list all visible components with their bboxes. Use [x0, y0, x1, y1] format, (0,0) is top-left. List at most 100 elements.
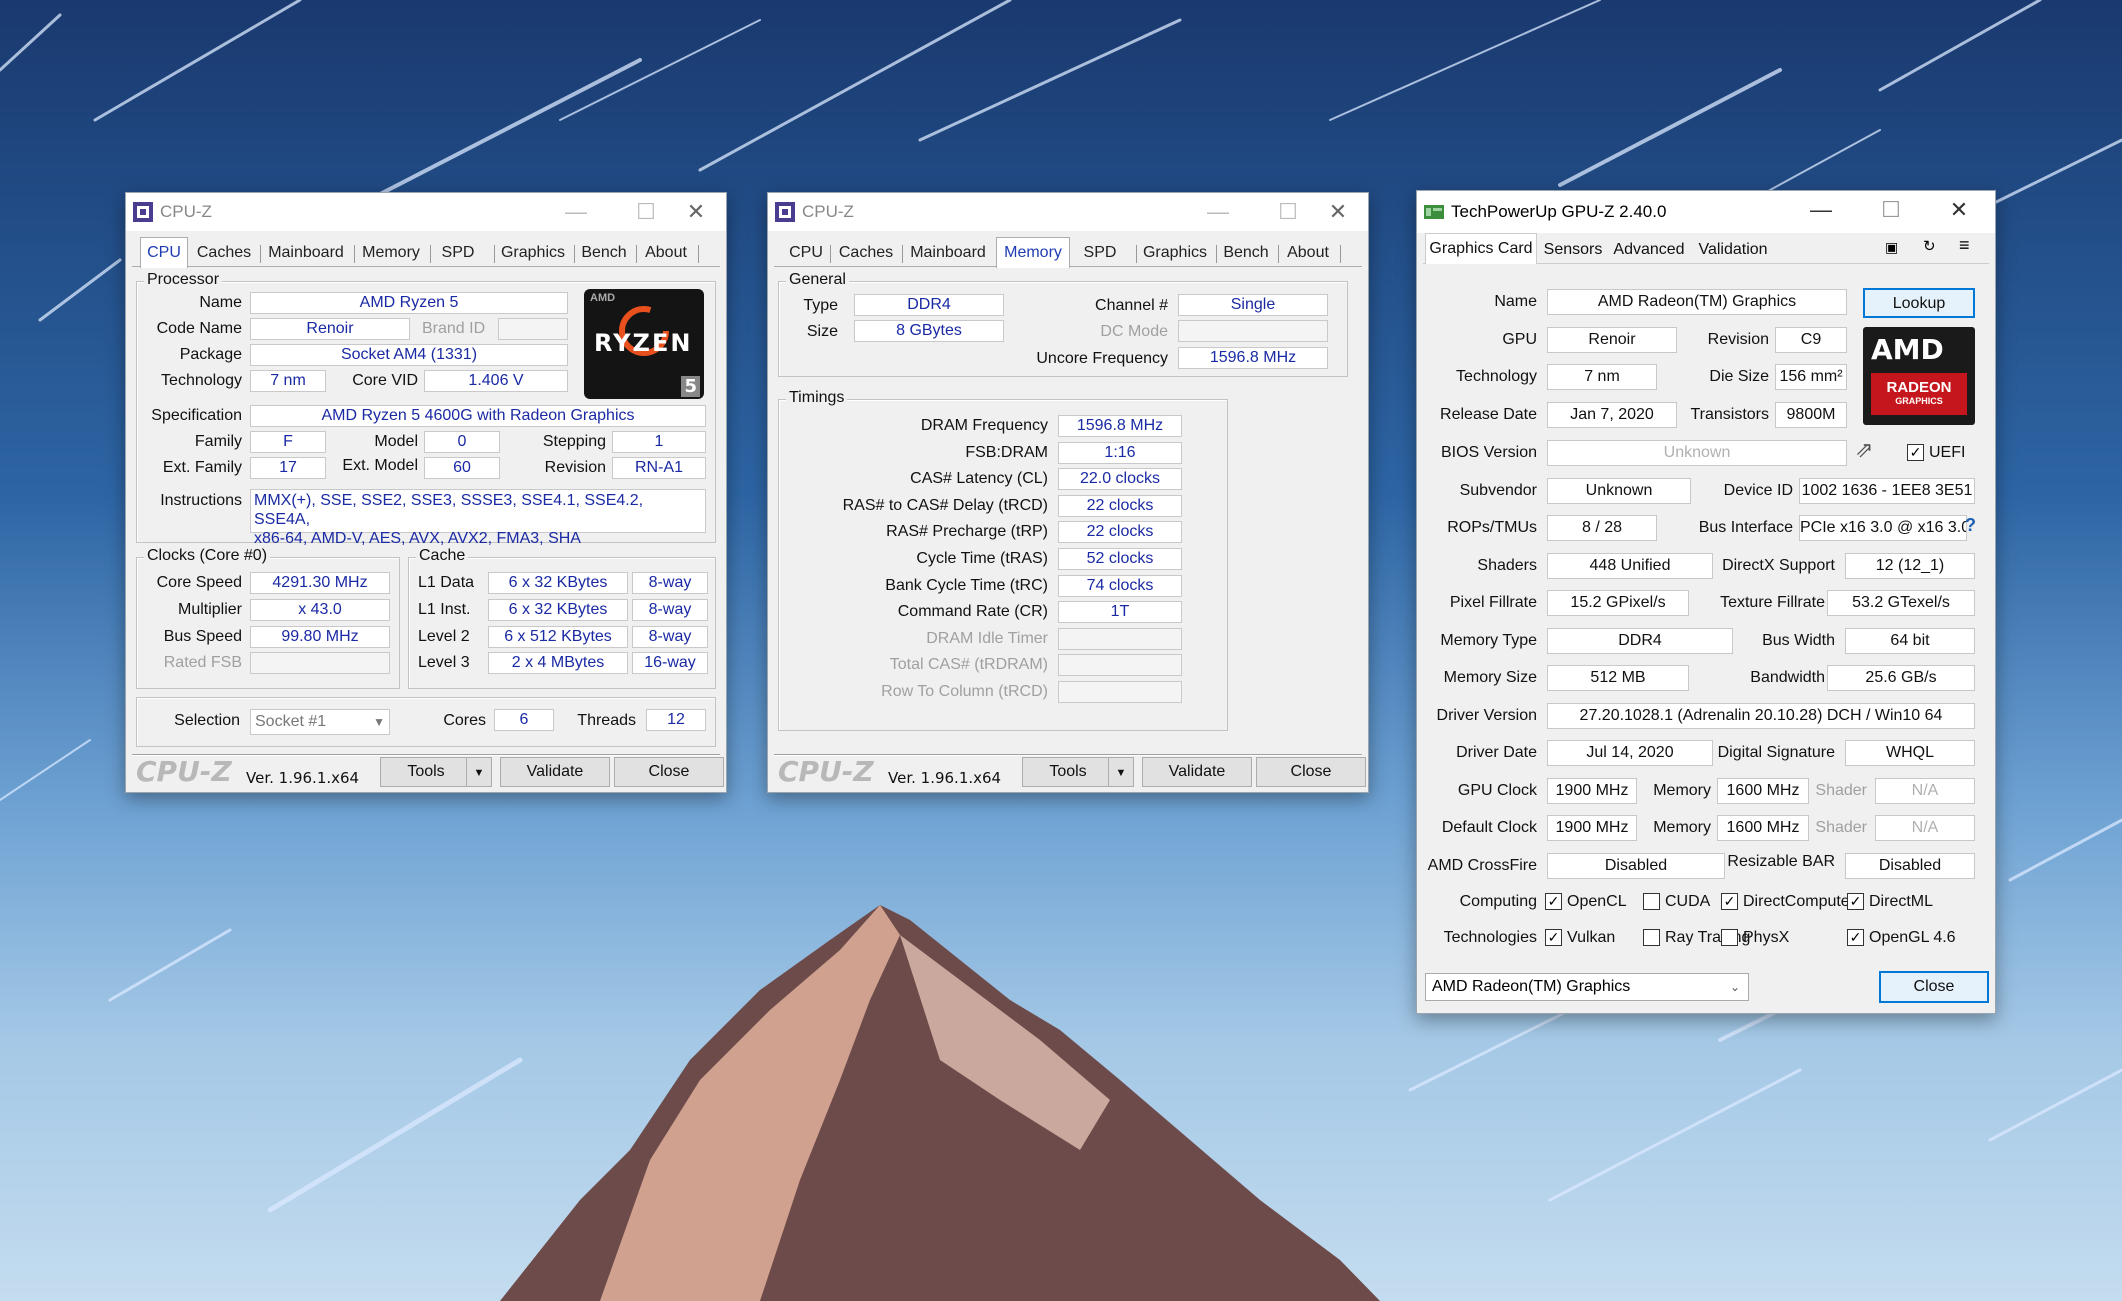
- tab-graphics-card[interactable]: Graphics Card: [1425, 233, 1537, 264]
- window-title: TechPowerUp GPU-Z 2.40.0: [1451, 202, 1667, 221]
- tools-dropdown-button[interactable]: ▼: [1108, 757, 1134, 787]
- name-label: Name: [1494, 293, 1537, 310]
- timing-label: Total CAS# (tRDRAM): [889, 656, 1048, 674]
- chevron-down-icon: ▼: [1115, 767, 1127, 779]
- revision-label: Revision: [1707, 331, 1769, 348]
- tab-spd[interactable]: SPD: [1074, 241, 1126, 267]
- help-icon[interactable]: ?: [1965, 515, 1976, 536]
- timing-label: RAS# to CAS# Delay (tRCD): [842, 496, 1048, 514]
- tab-caches[interactable]: Caches: [192, 241, 256, 267]
- cache-group-title: Cache: [416, 547, 469, 565]
- minimize-icon[interactable]: —: [544, 195, 608, 229]
- menu-icon[interactable]: ≡: [1959, 235, 1970, 256]
- tools-button[interactable]: Tools: [1022, 757, 1114, 787]
- tab-about[interactable]: About: [638, 241, 694, 267]
- opengl-4-6-checkbox[interactable]: ✓: [1847, 929, 1864, 946]
- tab-advanced[interactable]: Advanced: [1609, 237, 1689, 263]
- size-label: Size: [806, 323, 838, 340]
- cuda-checkbox[interactable]: [1643, 893, 1660, 910]
- uncore-frequency: 1596.8 MHz: [1178, 347, 1328, 369]
- close-icon[interactable]: ✕: [1927, 193, 1991, 227]
- tab-mainboard[interactable]: Mainboard: [904, 241, 992, 267]
- tools-button[interactable]: Tools: [380, 757, 472, 787]
- family: F: [250, 431, 326, 453]
- directcompute-checkbox[interactable]: ✓: [1721, 893, 1738, 910]
- tab-bench[interactable]: Bench: [576, 241, 632, 267]
- selection-label: Selection: [174, 712, 240, 729]
- gpu-select[interactable]: AMD Radeon(TM) Graphics ⌄: [1425, 973, 1749, 1001]
- gpu-select-value: AMD Radeon(TM) Graphics: [1432, 978, 1631, 995]
- extmodel-label: Ext. Model: [342, 457, 418, 474]
- close-button[interactable]: Close: [1256, 757, 1366, 787]
- tab-about[interactable]: About: [1280, 241, 1336, 267]
- pixel-fillrate-label: Pixel Fillrate: [1449, 594, 1537, 611]
- tab-divider: [1216, 245, 1217, 263]
- tab-cpu[interactable]: CPU: [140, 237, 188, 268]
- timing-label: DRAM Idle Timer: [926, 629, 1048, 647]
- selection-value: Socket #1: [255, 713, 327, 730]
- busspeed: 99.80 MHz: [250, 626, 390, 648]
- radeon-badge: RADEON GRAPHICS: [1871, 373, 1967, 415]
- close-button[interactable]: Close: [1879, 971, 1989, 1003]
- digsig-label: Digital Signature: [1717, 744, 1835, 761]
- ray-tracing-checkbox[interactable]: [1643, 929, 1660, 946]
- close-icon[interactable]: ✕: [1306, 195, 1370, 229]
- timing-label: DRAM Frequency: [920, 417, 1048, 434]
- refresh-icon[interactable]: ↻: [1923, 237, 1936, 255]
- uefi-checkbox[interactable]: ✓: [1907, 444, 1924, 461]
- minimize-icon[interactable]: —: [1789, 193, 1853, 227]
- tab-bench[interactable]: Bench: [1218, 241, 1274, 267]
- directml-checkbox[interactable]: ✓: [1847, 893, 1864, 910]
- tab-spd[interactable]: SPD: [432, 241, 484, 267]
- cores-label: Cores: [443, 712, 486, 729]
- physx-checkbox[interactable]: [1721, 929, 1738, 946]
- directml-label: DirectML: [1869, 893, 1934, 910]
- opencl-checkbox[interactable]: ✓: [1545, 893, 1562, 910]
- diesize: 156 mm²: [1775, 364, 1847, 390]
- tools-dropdown-button[interactable]: ▼: [466, 757, 492, 787]
- memory-defclock-label: Memory: [1653, 819, 1711, 836]
- close-icon[interactable]: ✕: [664, 195, 728, 229]
- maximize-icon[interactable]: ☐: [1859, 193, 1923, 227]
- processor-name: AMD Ryzen 5: [250, 292, 568, 314]
- tab-mainboard[interactable]: Mainboard: [262, 241, 350, 267]
- stepping-label: Stepping: [542, 433, 606, 450]
- diesize-label: Die Size: [1709, 368, 1769, 385]
- camera-icon[interactable]: ▣: [1885, 239, 1898, 256]
- transistors-label: Transistors: [1690, 406, 1769, 423]
- instructions-label: Instructions: [160, 492, 242, 509]
- tab-bar: CPU Caches Mainboard Memory SPD Graphics…: [132, 237, 720, 268]
- crossfire: Disabled: [1547, 853, 1725, 879]
- tab-cpu[interactable]: CPU: [782, 241, 830, 267]
- validate-button[interactable]: Validate: [1142, 757, 1252, 787]
- extfamily-label: Ext. Family: [162, 459, 242, 476]
- timing-value: 1596.8 MHz: [1058, 415, 1182, 437]
- tab-sensors[interactable]: Sensors: [1539, 237, 1607, 263]
- vulkan-checkbox[interactable]: ✓: [1545, 929, 1562, 946]
- cpuz-logo: CPU-Z: [778, 755, 874, 788]
- share-icon[interactable]: ⇗: [1855, 437, 1873, 463]
- gpu-clock-shader: N/A: [1875, 778, 1975, 804]
- tab-memory[interactable]: Memory: [996, 237, 1070, 268]
- texture-fillrate-label: Texture Fillrate: [1720, 594, 1825, 611]
- release-label: Release Date: [1440, 406, 1537, 423]
- tab-caches[interactable]: Caches: [834, 241, 898, 267]
- selection-dropdown[interactable]: Socket #1 ▼: [250, 709, 390, 735]
- tab-graphics[interactable]: Graphics: [1138, 241, 1212, 267]
- tab-graphics[interactable]: Graphics: [496, 241, 570, 267]
- l1inst-label: L1 Inst.: [418, 601, 471, 618]
- amd-logo-text: AMD: [1871, 333, 1944, 366]
- tab-memory[interactable]: Memory: [356, 241, 426, 267]
- driverdate-label: Driver Date: [1456, 744, 1537, 761]
- directcompute-label: DirectCompute: [1743, 893, 1850, 910]
- pixel-fillrate: 15.2 GPixel/s: [1547, 590, 1689, 616]
- tab-validation[interactable]: Validation: [1691, 237, 1775, 263]
- close-button[interactable]: Close: [614, 757, 724, 787]
- minimize-icon[interactable]: —: [1186, 195, 1250, 229]
- subvendor-label: Subvendor: [1459, 482, 1537, 499]
- validate-button[interactable]: Validate: [500, 757, 610, 787]
- spec-label: Specification: [151, 407, 242, 424]
- default-clock: 1900 MHz: [1547, 815, 1637, 841]
- dcmode: [1178, 320, 1328, 342]
- lookup-button[interactable]: Lookup: [1863, 288, 1975, 318]
